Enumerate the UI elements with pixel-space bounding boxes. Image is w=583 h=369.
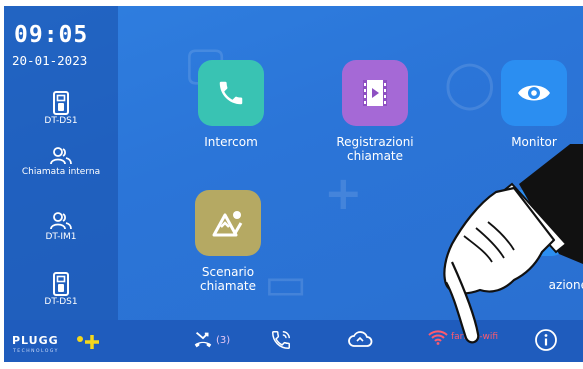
intercom-screen: ▢ + ◯ ▭ 09:05 20-01-2023 DT-DS1 xyxy=(4,6,583,362)
users-icon xyxy=(50,147,72,165)
sidebar-item-label: DT-IM1 xyxy=(45,232,77,242)
bottom-margin xyxy=(0,362,583,369)
clock-time: 09:05 xyxy=(14,22,89,48)
monitor-tile[interactable] xyxy=(501,60,567,126)
svg-text:TECHNOLOGY: TECHNOLOGY xyxy=(12,348,59,354)
eye-icon xyxy=(518,85,550,101)
sidebar-item-label: DT-DS1 xyxy=(44,297,78,307)
photo-frame: ▢ + ◯ ▭ 09:05 20-01-2023 DT-DS1 xyxy=(0,0,583,369)
phone-calling-icon xyxy=(272,331,290,349)
app-registrazioni-chiamate[interactable]: Registrazioni chiamate xyxy=(310,60,440,163)
sidebar-item-label: DT-DS1 xyxy=(44,116,78,126)
pointing-hand-illustration xyxy=(443,144,583,344)
brand-logo: PLUGG TECHNOLOGY xyxy=(10,332,120,358)
background-decoration: + xyxy=(324,166,363,220)
app-scenario-chiamate[interactable]: Scenario chiamate xyxy=(163,190,293,293)
intercom-tile[interactable] xyxy=(198,60,264,126)
missed-calls-count: (3) xyxy=(216,334,231,346)
phone-icon xyxy=(219,81,243,105)
mountain-scenario-icon xyxy=(212,211,243,237)
app-label: Intercom xyxy=(204,135,258,149)
app-monitor[interactable]: Monitor xyxy=(469,60,583,149)
sidebar-item-label: Chiamata interna xyxy=(21,167,101,177)
door-phone-icon xyxy=(53,91,69,115)
cloud-icon xyxy=(348,331,373,347)
users-icon xyxy=(50,212,72,230)
scenario-tile[interactable] xyxy=(195,190,261,256)
app-label: Scenario chiamate xyxy=(199,265,257,293)
cloud-button[interactable] xyxy=(347,329,373,351)
missed-call-icon xyxy=(194,331,212,348)
door-phone-icon xyxy=(53,272,69,296)
missed-calls-button[interactable]: (3) xyxy=(192,329,230,351)
film-play-icon xyxy=(363,80,387,106)
clock-date: 20-01-2023 xyxy=(12,53,88,68)
sidebar-item-dt-ds1-2[interactable]: DT-DS1 xyxy=(4,272,118,307)
sidebar-item-dt-ds1[interactable]: DT-DS1 xyxy=(4,91,118,126)
registrazioni-tile[interactable] xyxy=(342,60,408,126)
call-log-button[interactable] xyxy=(270,329,292,351)
app-label: Registrazioni chiamate xyxy=(336,135,414,163)
plugg-logo-icon: PLUGG TECHNOLOGY xyxy=(12,334,99,354)
app-intercom[interactable]: Intercom xyxy=(166,60,296,149)
sidebar: 09:05 20-01-2023 DT-DS1 Chiamata interna xyxy=(4,6,118,320)
sidebar-item-dt-im1[interactable]: DT-IM1 xyxy=(4,211,118,242)
sidebar-item-chiamata-interna[interactable]: Chiamata interna xyxy=(4,146,118,177)
svg-text:PLUGG: PLUGG xyxy=(12,334,59,347)
